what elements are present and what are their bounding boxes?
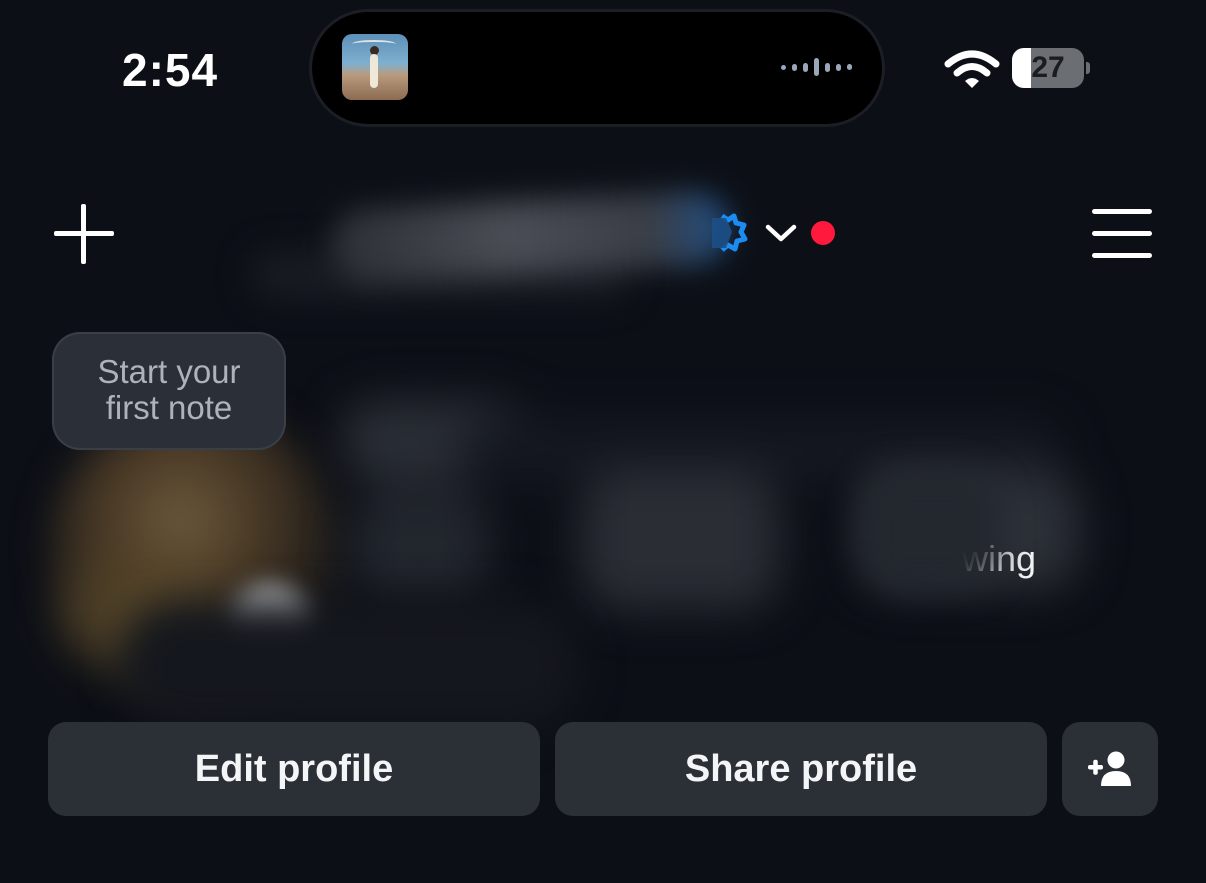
battery-percent: 27 [1031,51,1065,84]
dynamic-island-now-playing[interactable] [312,12,882,124]
add-person-icon [1088,751,1131,786]
battery-icon: 27 [1012,48,1084,88]
wifi-icon [944,50,1000,88]
status-time: 2:54 [122,44,219,96]
audio-waveform-icon [781,58,852,76]
discover-people-button[interactable] [1062,722,1158,816]
verified-badge-icon [712,213,748,252]
bio-redacted [120,600,580,730]
album-art-thumbnail[interactable] [342,34,408,100]
notification-dot [811,221,835,245]
profile-screen: 2:54 27 Start your first note Edit profi… [0,0,1206,883]
following-count-redacted [860,470,1000,590]
album-art-figure [370,54,378,88]
chevron-down-icon[interactable] [764,220,798,246]
battery-cap [1086,62,1090,74]
note-prompt-text: Start your first note [97,353,241,426]
username-redacted[interactable] [328,189,732,285]
share-profile-button[interactable]: Share profile [555,722,1047,816]
plus-icon[interactable] [52,202,116,266]
edit-profile-button[interactable]: Edit profile [48,722,540,816]
note-bubble[interactable]: Start your first note [52,332,286,450]
hamburger-menu-icon[interactable] [1090,206,1154,260]
